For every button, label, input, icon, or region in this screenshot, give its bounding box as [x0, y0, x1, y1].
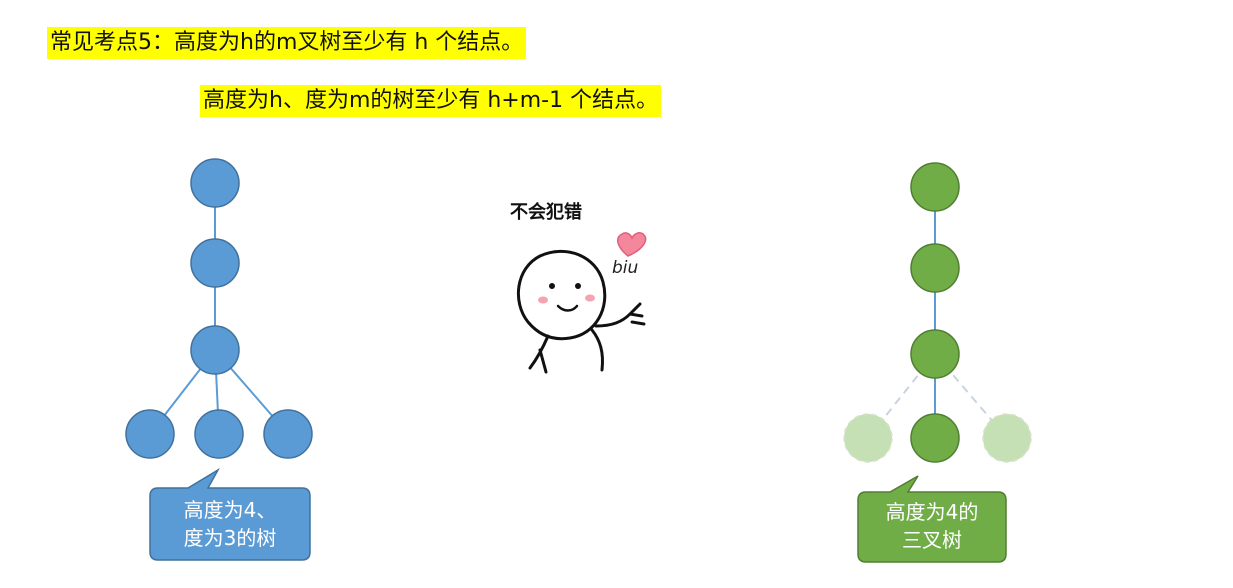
right-node-level2: [910, 243, 960, 293]
right-node-level4: [910, 413, 960, 463]
sticker-eye-right: [575, 283, 581, 289]
left-callout-line-1: 高度为4、: [183, 498, 277, 522]
right-node-level1: [910, 162, 960, 212]
right-node-faded-a: [843, 413, 893, 463]
left-node-level4-c: [263, 409, 313, 459]
left-node-level4-a: [125, 409, 175, 459]
left-tree: [125, 158, 313, 459]
sticker-biu-text: biu: [612, 258, 639, 278]
right-node-level3: [910, 329, 960, 379]
sticker-body-right: [590, 328, 604, 372]
right-callout-line-2: 三叉树: [902, 528, 962, 552]
left-node-level2: [190, 238, 240, 288]
right-callout-line-1: 高度为4的: [885, 500, 979, 524]
sticker-cheek-left: [538, 296, 548, 304]
sticker-cheek-right: [585, 294, 595, 302]
right-node-faded-b: [982, 413, 1032, 463]
sticker-eye-left: [549, 283, 555, 289]
left-callout-text: 高度为4、 度为3的树: [150, 496, 310, 552]
right-callout-text: 高度为4的 三叉树: [858, 498, 1006, 554]
left-node-level3: [190, 325, 240, 375]
heart-icon: [617, 232, 647, 257]
sticker-mouth: [556, 304, 579, 312]
sticker-body-left: [528, 334, 550, 374]
left-node-level4-b: [194, 409, 244, 459]
left-node-level1: [190, 158, 240, 208]
sticker-caption: 不会犯错: [510, 202, 582, 223]
left-callout-line-2: 度为3的树: [183, 526, 277, 550]
right-tree: [843, 162, 1032, 463]
